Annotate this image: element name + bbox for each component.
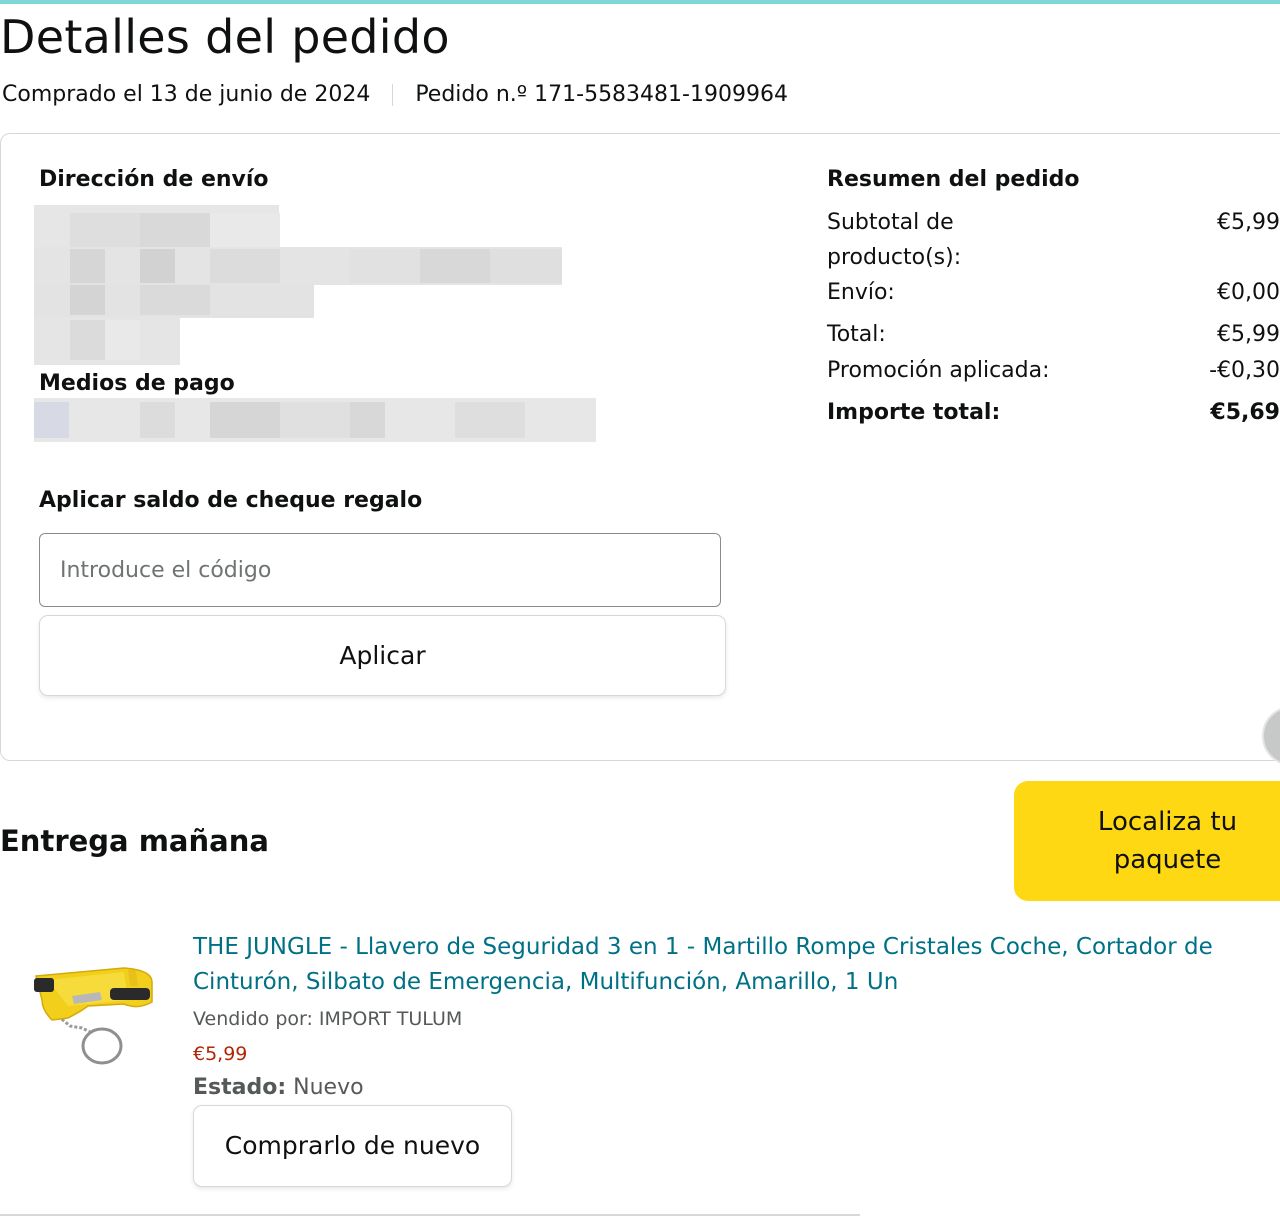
- section-divider: [0, 1214, 860, 1216]
- purchase-date: Comprado el 13 de junio de 2024: [2, 82, 371, 107]
- summary-row-subtotal: Subtotal de producto(s): €5,99: [827, 205, 1280, 275]
- summary-value: €5,99: [1217, 210, 1280, 235]
- product-seller: Vendido por: IMPORT TULUM: [193, 1008, 463, 1030]
- order-details-page: Detalles del pedido Comprado el 13 de ju…: [0, 0, 1280, 1217]
- summary-label: Subtotal de producto(s):: [827, 210, 962, 270]
- delivery-status-heading: Entrega mañana: [0, 824, 269, 858]
- order-meta: Comprado el 13 de junio de 2024 Pedido n.…: [2, 80, 788, 110]
- summary-value: €0,00: [1217, 280, 1280, 305]
- summary-row-promotion: Promoción aplicada: -€0,30: [827, 353, 1280, 388]
- track-package-button[interactable]: Localiza tu paquete: [1014, 781, 1280, 901]
- summary-value: -€0,30: [1209, 358, 1280, 383]
- product-price: €5,99: [193, 1043, 248, 1065]
- gift-card-heading: Aplicar saldo de cheque regalo: [39, 488, 423, 513]
- summary-row-grand-total: Importe total: €5,69: [827, 395, 1280, 430]
- product-image[interactable]: [28, 960, 156, 1070]
- track-label-line: paquete: [1113, 845, 1222, 875]
- summary-row-shipping: Envío: €0,00: [827, 275, 1280, 310]
- page-title: Detalles del pedido: [0, 10, 450, 64]
- redacted-shipping-address: [34, 205, 594, 365]
- shipping-address-heading: Dirección de envío: [39, 167, 269, 192]
- summary-label: Total:: [827, 322, 886, 347]
- order-number: Pedido n.º 171-5583481-1909964: [415, 82, 788, 107]
- condition-value: Nuevo: [293, 1075, 364, 1100]
- payment-method-heading: Medios de pago: [39, 371, 235, 396]
- apply-gift-card-button[interactable]: Aplicar: [39, 615, 726, 696]
- condition-label: Estado:: [193, 1075, 287, 1100]
- product-title-link[interactable]: THE JUNGLE - Llavero de Seguridad 3 en 1…: [193, 930, 1280, 1000]
- order-summary-heading: Resumen del pedido: [827, 167, 1080, 192]
- meta-divider: [392, 84, 394, 106]
- gift-card-code-input[interactable]: [39, 533, 721, 607]
- redacted-payment-method: [34, 398, 596, 442]
- top-accent-bar: [0, 0, 1280, 4]
- track-label-line: Localiza tu: [1097, 807, 1238, 837]
- summary-value: €5,69: [1210, 400, 1280, 425]
- summary-row-total: Total: €5,99: [827, 317, 1280, 352]
- summary-label: Importe total:: [827, 400, 1001, 425]
- summary-value: €5,99: [1217, 322, 1280, 347]
- summary-label: Envío:: [827, 280, 895, 305]
- product-condition: Estado: Nuevo: [193, 1072, 364, 1104]
- summary-label: Promoción aplicada:: [827, 358, 1050, 383]
- buy-again-button[interactable]: Comprarlo de nuevo: [193, 1105, 512, 1187]
- track-package-label: Localiza tu paquete: [1014, 803, 1280, 879]
